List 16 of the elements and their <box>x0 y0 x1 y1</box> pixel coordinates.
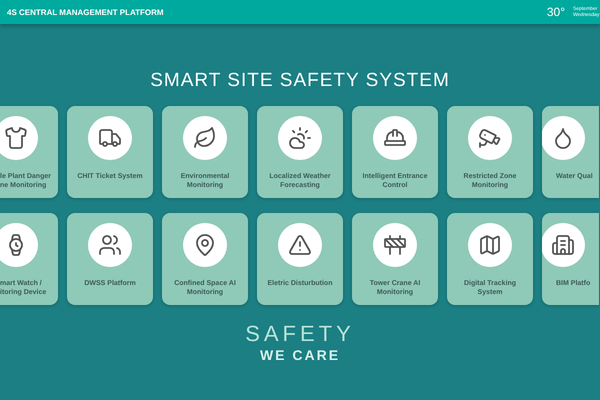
slogan-subtitle: WE CARE <box>260 347 340 363</box>
barrier-icon <box>383 233 407 257</box>
map-pin-icon <box>193 233 217 257</box>
page-heading: SMART SITE SAFETY SYSTEM <box>150 70 450 92</box>
security-camera-icon <box>478 126 502 150</box>
cloud-sun-icon <box>288 126 312 150</box>
shirt-icon <box>4 126 28 150</box>
leaf-icon <box>193 126 217 150</box>
warning-icon <box>288 233 312 257</box>
building-icon <box>551 233 575 257</box>
map-icon <box>478 233 502 257</box>
slogan-title: SAFETY <box>245 321 355 347</box>
temperature: 30° <box>546 5 565 19</box>
people-icon <box>98 233 122 257</box>
truck-icon <box>98 126 122 150</box>
platform-title: 4S CENTRAL MANAGEMENT PLATFORM <box>7 8 165 16</box>
